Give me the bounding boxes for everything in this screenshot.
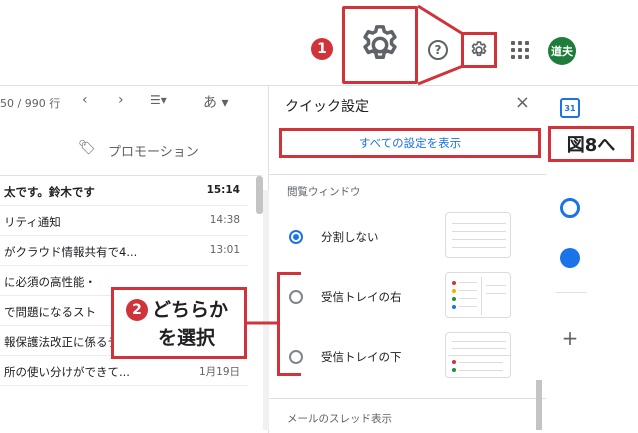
bracket-connector [244, 321, 278, 325]
table-row[interactable]: 所の使い分けができて... 1月19日 [0, 356, 248, 386]
gear-icon [471, 41, 487, 57]
figure-reference-text: 図8へ [566, 135, 616, 156]
contacts-icon[interactable] [560, 248, 580, 268]
mail-time: 13:01 [209, 244, 240, 256]
pagination-text: 50 / 990 行 [0, 97, 61, 110]
all-settings-label: すべての設定を表示 [358, 136, 462, 150]
calendar-day: 31 [564, 103, 576, 113]
mail-list-toolbar: 50 / 990 行 ‹ › ☰▾ あ ▾ [0, 86, 262, 118]
table-row[interactable]: がクラウド情報共有で4... 13:01 [0, 236, 248, 266]
input-tools-label: あ [203, 95, 217, 111]
mail-time: 1月19日 [198, 366, 240, 378]
panel-scroll-track [263, 190, 269, 430]
gear-icon [363, 25, 397, 59]
callout-line-2: を選択 [158, 327, 216, 349]
thread-view-label: メールのスレッド表示 [287, 413, 392, 425]
tab-promotions-label: プロモーション [108, 145, 199, 160]
figure-reference-callout: 図8へ [548, 126, 634, 162]
avatar-text: 道夫 [551, 45, 573, 58]
preview-right-split-icon [445, 272, 511, 318]
mail-subject: がクラウド情報共有で4... [4, 245, 138, 259]
tasks-icon[interactable] [560, 198, 580, 218]
panel-scrollbar[interactable] [536, 380, 542, 430]
input-tools-button[interactable]: あ ▾ [203, 92, 228, 112]
chevron-left-icon[interactable]: ‹ [82, 92, 88, 108]
quick-settings-panel: クイック設定 × すべての設定を表示 閲覧ウィンドウ 分割しない 受信トレイの右 [268, 86, 547, 433]
mail-list-scrollbar[interactable] [256, 176, 263, 214]
calendar-icon[interactable]: 31 [560, 98, 580, 118]
reading-pane-label: 閲覧ウィンドウ [287, 186, 361, 198]
help-symbol: ? [434, 43, 442, 57]
option-right-of-inbox-label: 受信トレイの右 [321, 290, 402, 304]
tag-icon: 🏷 [78, 140, 96, 156]
table-row[interactable]: リティ通知 14:38 [0, 206, 248, 236]
chevron-right-icon[interactable]: › [118, 92, 124, 108]
add-symbol: + [561, 326, 579, 350]
callout-connector [417, 4, 464, 86]
option-no-split-label: 分割しない [321, 230, 379, 244]
split-view-icon[interactable]: ☰▾ [150, 93, 167, 107]
quick-settings-title: クイック設定 [285, 99, 369, 115]
divider [269, 398, 547, 399]
mail-time: 15:14 [206, 184, 240, 196]
choose-option-callout: 2 どちらか を選択 [111, 287, 247, 359]
all-settings-link[interactable]: すべての設定を表示 [279, 128, 541, 158]
settings-zoom-callout [342, 6, 418, 84]
callout-line-1: どちらか [152, 299, 229, 321]
option-below-inbox-label: 受信トレイの下 [321, 350, 402, 364]
tab-promotions[interactable]: 🏷 プロモーション [0, 118, 262, 176]
option-below-inbox[interactable]: 受信トレイの下 [269, 332, 547, 382]
close-icon[interactable]: × [515, 92, 530, 113]
preview-no-split-icon [445, 212, 511, 258]
apps-grid-icon[interactable] [511, 41, 529, 59]
step-2-number: 2 [132, 302, 142, 318]
mail-subject: 太です。鈴木です [4, 185, 95, 199]
radio-no-split[interactable] [289, 230, 303, 244]
divider [556, 292, 586, 293]
avatar[interactable]: 道夫 [548, 37, 576, 65]
option-right-of-inbox[interactable]: 受信トレイの右 [269, 272, 547, 322]
table-row[interactable]: 太です。鈴木です 15:14 [0, 176, 248, 206]
selection-bracket [277, 272, 301, 376]
top-bar: 1 ? 道夫 [0, 0, 638, 86]
help-icon[interactable]: ? [428, 40, 448, 60]
add-icon[interactable]: + [560, 328, 580, 348]
option-no-split[interactable]: 分割しない [269, 212, 547, 262]
mail-subject: リティ通知 [4, 215, 61, 229]
divider [269, 174, 547, 175]
mail-time: 14:38 [209, 214, 240, 226]
settings-button[interactable] [461, 32, 497, 68]
step-2-badge: 2 [126, 299, 148, 321]
preview-bottom-split-icon [445, 332, 511, 378]
mail-subject: 所の使い分けができて... [4, 365, 130, 379]
